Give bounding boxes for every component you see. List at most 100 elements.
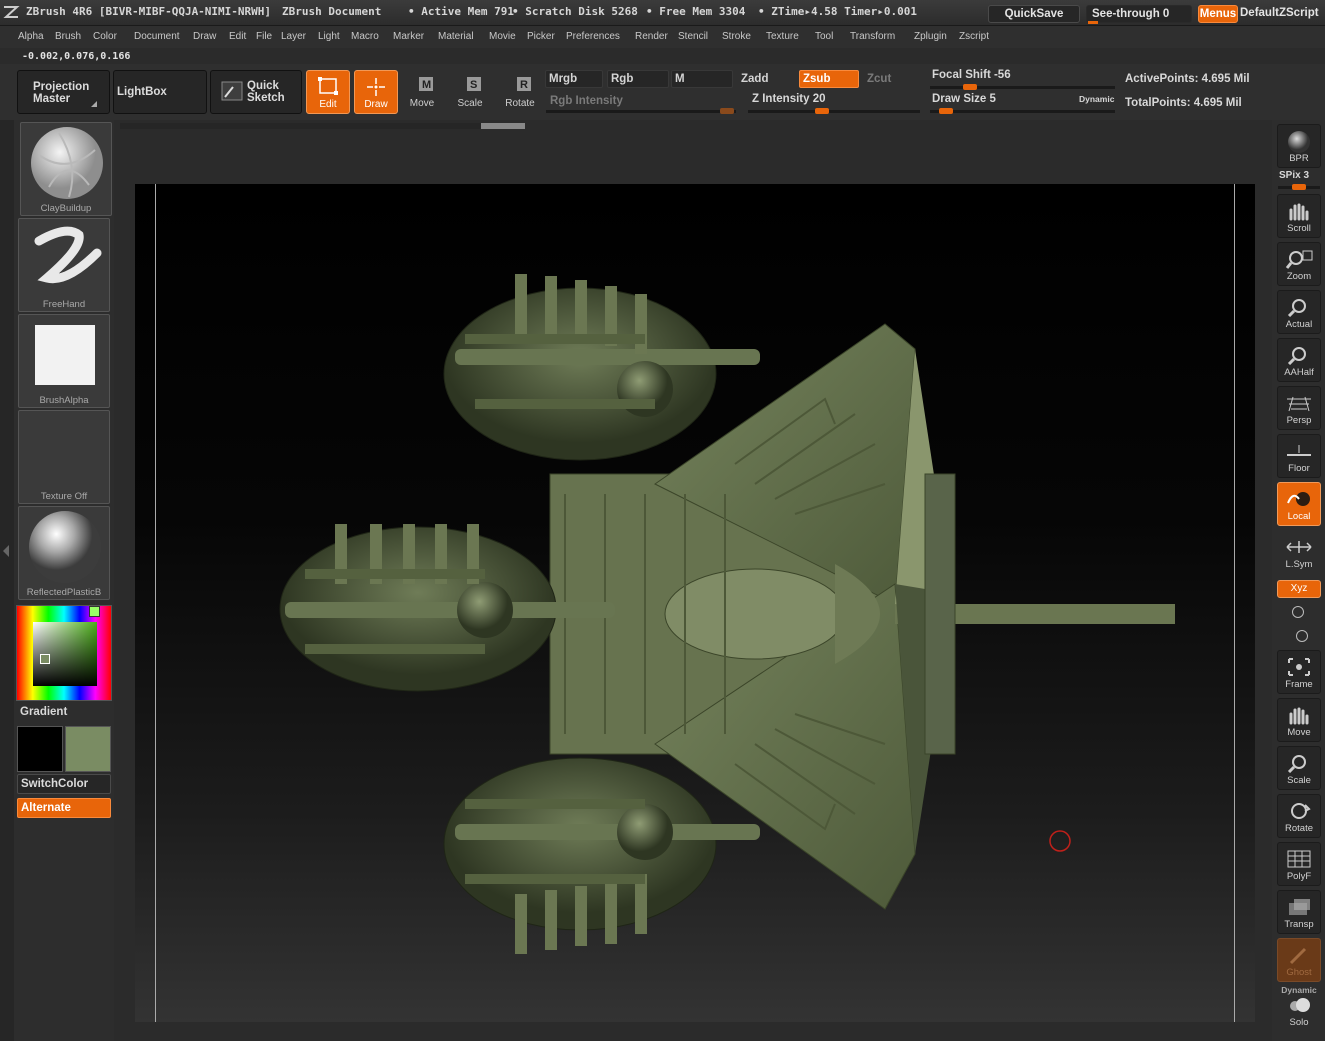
default-zscript-button[interactable]: DefaultZScript — [1240, 5, 1325, 23]
menu-tool[interactable]: Tool — [815, 31, 833, 42]
m-button[interactable]: M — [671, 70, 733, 88]
persp-button[interactable]: Persp — [1277, 386, 1321, 430]
zcut-button[interactable]: Zcut — [863, 70, 923, 88]
see-through-knob[interactable] — [1088, 21, 1098, 24]
menu-texture[interactable]: Texture — [766, 31, 799, 42]
move-mode-button[interactable]: M Move — [400, 70, 444, 114]
menu-material[interactable]: Material — [438, 31, 474, 42]
z-intensity-slider[interactable]: Z Intensity 20 — [752, 93, 826, 105]
local-icon — [1285, 489, 1313, 509]
menu-file[interactable]: File — [256, 31, 272, 42]
see-through-slider[interactable]: See-through 0 — [1086, 5, 1192, 23]
z-intensity-knob[interactable] — [815, 108, 829, 114]
move-label: Move — [409, 98, 435, 109]
material-thumbnail[interactable]: ReflectedPlasticB — [18, 506, 110, 600]
switch-color-button[interactable]: SwitchColor — [17, 774, 111, 794]
alternate-button[interactable]: Alternate — [17, 798, 111, 818]
gradient-toggle[interactable]: Gradient — [20, 706, 67, 718]
quick-sketch-label: Quick Sketch — [247, 80, 285, 104]
move-button[interactable]: Move — [1277, 698, 1321, 742]
brush-thumbnail[interactable]: ClayBuildup — [20, 122, 112, 216]
draw-size-knob[interactable] — [939, 108, 953, 114]
rgb-intensity-slider[interactable]: Rgb Intensity — [546, 92, 736, 110]
draw-mode-button[interactable]: Draw — [354, 70, 398, 114]
menu-marker[interactable]: Marker — [393, 31, 424, 42]
menu-transform[interactable]: Transform — [850, 31, 895, 42]
rotate-mode-button[interactable]: R Rotate — [498, 70, 542, 114]
quicksave-button[interactable]: QuickSave — [988, 5, 1080, 23]
total-points: TotalPoints: 4.695 Mil — [1125, 97, 1242, 109]
edit-mode-button[interactable]: Edit — [306, 70, 350, 114]
scroll-button[interactable]: Scroll — [1277, 194, 1321, 238]
menu-light[interactable]: Light — [318, 31, 340, 42]
transp-button[interactable]: Transp — [1277, 890, 1321, 934]
lightbox-button[interactable]: LightBox — [113, 70, 207, 114]
floor-button[interactable]: Floor — [1277, 434, 1321, 478]
menu-layer[interactable]: Layer — [281, 31, 306, 42]
aahalf-button[interactable]: AAHalf — [1277, 338, 1321, 382]
document-canvas[interactable] — [135, 184, 1255, 1022]
alpha-thumbnail[interactable]: BrushAlpha — [18, 314, 110, 408]
draw-size-slider[interactable]: Draw Size 5 — [932, 93, 996, 105]
rgb-button[interactable]: Rgb — [607, 70, 669, 88]
local-button[interactable]: Local — [1277, 482, 1321, 526]
tray-arrow-icon[interactable] — [3, 545, 9, 557]
lsym-button[interactable]: L.Sym — [1277, 530, 1321, 574]
menu-color[interactable]: Color — [93, 31, 117, 42]
rotate-z-icon[interactable] — [1296, 630, 1308, 642]
rotate-button[interactable]: Rotate — [1277, 794, 1321, 838]
menu-brush[interactable]: Brush — [55, 31, 81, 42]
menu-zplugin[interactable]: Zplugin — [914, 31, 947, 42]
spix-knob[interactable] — [1292, 184, 1306, 190]
menu-stencil[interactable]: Stencil — [678, 31, 708, 42]
menu-picker[interactable]: Picker — [527, 31, 555, 42]
bpr-button[interactable]: BPR — [1277, 124, 1321, 168]
menu-render[interactable]: Render — [635, 31, 668, 42]
mrgb-button[interactable]: Mrgb — [545, 70, 603, 88]
menu-preferences[interactable]: Preferences — [566, 31, 620, 42]
menu-alpha[interactable]: Alpha — [18, 31, 44, 42]
scale-mode-button[interactable]: S Scale — [448, 70, 492, 114]
ghost-button[interactable]: Ghost — [1277, 938, 1321, 982]
spix-slider[interactable]: SPix 3 — [1279, 170, 1309, 181]
texture-thumbnail[interactable]: Texture Off — [18, 410, 110, 504]
perspective-grid-icon — [1285, 393, 1313, 413]
main-color-swatch[interactable] — [17, 726, 63, 772]
stroke-thumbnail[interactable]: FreeHand — [18, 218, 110, 312]
color-picker[interactable] — [16, 605, 112, 701]
menu-stroke[interactable]: Stroke — [722, 31, 751, 42]
menu-document[interactable]: Document — [134, 31, 180, 42]
solo-dynamic-label[interactable]: Dynamic — [1277, 985, 1321, 995]
scale-button[interactable]: Scale — [1277, 746, 1321, 790]
color-cursor-icon[interactable] — [40, 654, 50, 664]
canvas-scroll-thumb[interactable] — [481, 123, 525, 129]
color-saturation-square[interactable] — [33, 622, 97, 686]
hand-icon — [1285, 201, 1313, 221]
focal-shift-slider[interactable]: Focal Shift -56 — [932, 69, 1011, 81]
menu-draw[interactable]: Draw — [193, 31, 216, 42]
focal-shift-track — [930, 84, 1115, 90]
menu-edit[interactable]: Edit — [229, 31, 246, 42]
polyf-button[interactable]: PolyF — [1277, 842, 1321, 886]
frame-button[interactable]: Frame — [1277, 650, 1321, 694]
secondary-color-swatch[interactable] — [65, 726, 111, 772]
menu-zscript[interactable]: Zscript — [959, 31, 989, 42]
solo-button[interactable]: Solo — [1277, 996, 1321, 1036]
engine-pod-bottom — [443, 757, 760, 954]
quick-sketch-button[interactable]: Quick Sketch — [210, 70, 302, 114]
menus-button[interactable]: Menus — [1198, 5, 1238, 23]
rgb-intensity-knob[interactable] — [720, 108, 734, 114]
hue-cursor-icon[interactable] — [89, 606, 100, 617]
zsub-button[interactable]: Zsub — [799, 70, 859, 88]
spaceship-model[interactable] — [135, 184, 1255, 1022]
menu-movie[interactable]: Movie — [489, 31, 516, 42]
rotate-y-icon[interactable] — [1292, 606, 1304, 618]
actual-button[interactable]: Actual — [1277, 290, 1321, 334]
xyz-button[interactable]: Xyz — [1277, 580, 1321, 598]
projection-master-button[interactable]: Projection Master — [17, 70, 110, 114]
dynamic-toggle[interactable]: Dynamic — [1079, 94, 1114, 104]
zoom-button[interactable]: Zoom — [1277, 242, 1321, 286]
menu-macro[interactable]: Macro — [351, 31, 379, 42]
zadd-button[interactable]: Zadd — [737, 70, 797, 88]
focal-shift-knob[interactable] — [963, 84, 977, 90]
